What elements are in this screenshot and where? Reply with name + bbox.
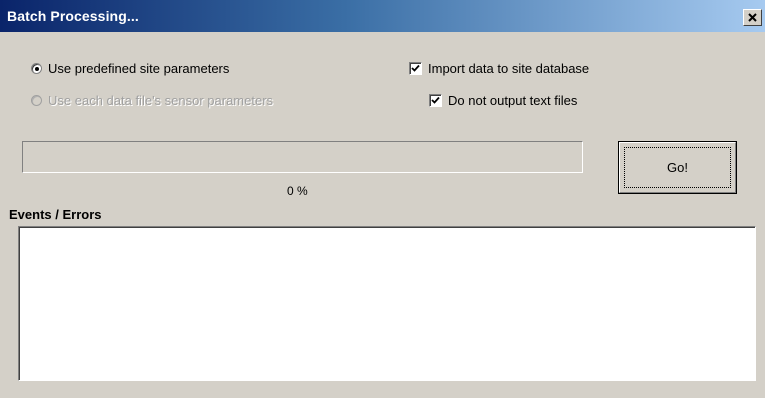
progress-percent: 0 % xyxy=(287,184,308,198)
progress-bar xyxy=(22,141,583,173)
checkbox-import-label: Import data to site database xyxy=(428,61,590,76)
batch-processing-window: Batch Processing... Use predefined site … xyxy=(0,0,765,398)
checkmark-icon xyxy=(411,64,420,72)
radio-button-checked[interactable] xyxy=(31,63,42,74)
go-button[interactable]: Go! xyxy=(618,141,737,194)
radio-use-sensor: Use each data file's sensor parameters xyxy=(31,93,273,108)
close-button[interactable] xyxy=(743,9,762,26)
checkbox-import-to-db[interactable]: Import data to site database xyxy=(409,61,589,76)
radio-use-predefined-label: Use predefined site parameters xyxy=(48,61,230,76)
events-errors-log[interactable] xyxy=(18,226,756,381)
checkbox-no-text-box[interactable] xyxy=(429,94,442,107)
go-button-focus: Go! xyxy=(624,147,731,188)
events-errors-label: Events / Errors xyxy=(9,207,102,222)
checkbox-import-box[interactable] xyxy=(409,62,422,75)
checkbox-no-text-label: Do not output text files xyxy=(448,93,578,108)
radio-button-disabled xyxy=(31,95,42,106)
go-button-face: Go! xyxy=(619,142,736,193)
window-title: Batch Processing... xyxy=(7,8,139,24)
radio-use-predefined[interactable]: Use predefined site parameters xyxy=(31,61,229,76)
go-button-label: Go! xyxy=(667,160,688,175)
radio-use-sensor-label: Use each data file's sensor parameters xyxy=(48,93,274,108)
checkbox-no-text-files[interactable]: Do not output text files xyxy=(429,93,577,108)
checkmark-icon xyxy=(431,96,440,104)
title-bar[interactable]: Batch Processing... xyxy=(0,0,765,32)
close-icon xyxy=(748,13,757,22)
